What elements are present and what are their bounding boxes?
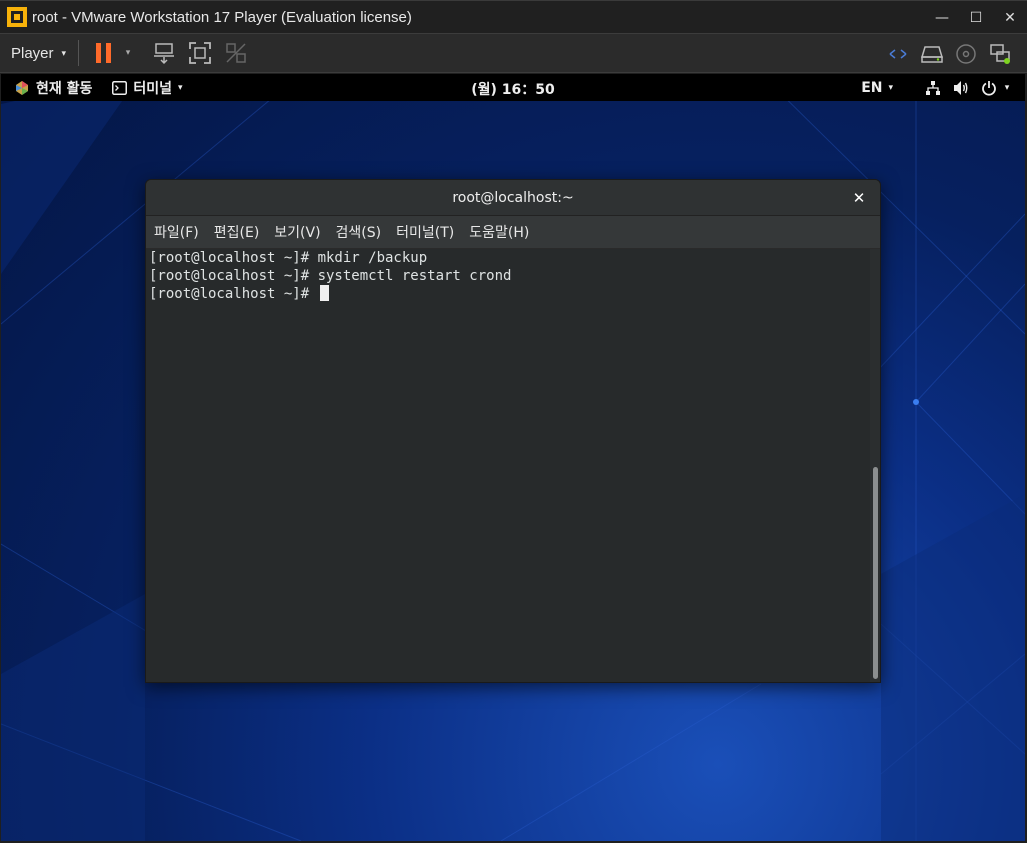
unity-icon: [226, 43, 246, 63]
gnome-top-bar: 현재 활동 터미널 ▾ (월) 16：50 EN ▾ ▾: [1, 74, 1025, 101]
app-menu-label: 터미널: [133, 80, 173, 97]
chevron-down-icon: ▾: [125, 48, 131, 58]
system-tray: EN ▾ ▾: [861, 74, 1025, 101]
hard-disk-status-button[interactable]: [919, 41, 945, 67]
volume-icon: [953, 80, 967, 95]
terminal-output[interactable]: [root@localhost ~]# mkdir /backup [root@…: [146, 249, 870, 682]
player-menu-label: Player: [11, 44, 54, 62]
arrows-icon: [889, 49, 907, 59]
minimize-button[interactable]: —: [925, 1, 959, 34]
network-status-button[interactable]: [885, 41, 911, 67]
cd-rom-status-button[interactable]: [953, 41, 979, 67]
full-screen-button[interactable]: [187, 40, 213, 66]
unity-mode-button[interactable]: [223, 40, 249, 66]
close-icon: ✕: [852, 189, 866, 207]
pause-button[interactable]: [91, 40, 117, 66]
app-menu-button[interactable]: 터미널 ▾: [112, 78, 183, 98]
chevron-down-icon: ▾: [178, 82, 183, 93]
send-ctrl-alt-del-button[interactable]: [151, 40, 177, 66]
terminal-header-bar[interactable]: root@localhost:~ ✕: [146, 180, 880, 216]
terminal-window[interactable]: root@localhost:~ ✕ 파일(F) 편집(E) 보기(V) 검색(…: [145, 179, 881, 683]
cd-icon: [956, 44, 976, 64]
player-menu-button[interactable]: Player ▾: [11, 45, 66, 62]
terminal-prompt: [root@localhost ~]#: [149, 286, 318, 302]
chevron-down-icon: ▾: [888, 82, 893, 93]
clock[interactable]: (월) 16：50: [471, 82, 555, 98]
terminal-title: root@localhost:~: [452, 189, 574, 206]
guest-desktop[interactable]: 현재 활동 터미널 ▾ (월) 16：50 EN ▾ ▾ root@localh…: [1, 74, 1025, 841]
activities-label: 현재 활동: [36, 80, 93, 97]
network-button[interactable]: [923, 78, 943, 98]
menu-help[interactable]: 도움말(H): [469, 222, 529, 242]
language-label: EN: [861, 79, 883, 96]
fullscreen-icon: [189, 42, 211, 64]
menu-search[interactable]: 검색(S): [336, 222, 382, 242]
vm-title-bar: root - VMware Workstation 17 Player (Eva…: [0, 0, 1027, 33]
system-menu-caret[interactable]: ▾: [1001, 78, 1013, 98]
power-menu-button[interactable]: [979, 78, 999, 98]
window-controls: — ☐ ✕: [925, 1, 1027, 34]
power-icon: [982, 80, 996, 96]
activities-button[interactable]: 현재 활동: [14, 78, 92, 98]
pause-icon: [96, 43, 112, 63]
maximize-button[interactable]: ☐: [959, 1, 993, 34]
chevron-down-icon: ▾: [61, 47, 67, 58]
device-status-area: [885, 41, 1021, 67]
terminal-line: [root@localhost ~]# systemctl restart cr…: [149, 268, 512, 284]
wired-network-icon: [926, 80, 940, 95]
text-cursor: [319, 285, 329, 301]
terminal-menubar: 파일(F) 편집(E) 보기(V) 검색(S) 터미널(T) 도움말(H): [146, 216, 880, 249]
hard-disk-icon: [920, 46, 944, 63]
terminal-icon: [112, 80, 128, 95]
vm-toolbar: Player ▾ ▾: [0, 33, 1027, 73]
chevron-down-icon: ▾: [1004, 82, 1010, 93]
terminal-prompt-line: [root@localhost ~]#: [148, 285, 868, 303]
menu-terminal[interactable]: 터미널(T): [396, 222, 454, 242]
menu-view[interactable]: 보기(V): [274, 222, 320, 242]
vmware-logo-icon: [7, 7, 27, 27]
toolbar-divider: [78, 40, 80, 66]
pause-options-button[interactable]: ▾: [121, 40, 135, 66]
scrollbar-thumb[interactable]: [873, 467, 878, 679]
activities-icon: [16, 80, 28, 95]
terminal-scrollbar[interactable]: [870, 249, 880, 682]
send-keys-icon: [154, 43, 175, 65]
close-button[interactable]: ✕: [993, 1, 1027, 34]
window-title: root - VMware Workstation 17 Player (Eva…: [32, 8, 412, 26]
input-language-button[interactable]: EN ▾: [861, 80, 893, 96]
removable-device-status-button[interactable]: [987, 41, 1013, 67]
display-devices-icon: [990, 44, 1010, 64]
volume-button[interactable]: [951, 78, 971, 98]
menu-file[interactable]: 파일(F): [154, 222, 199, 242]
terminal-close-button[interactable]: ✕: [850, 189, 868, 207]
menu-edit[interactable]: 편집(E): [214, 222, 260, 242]
terminal-line: [root@localhost ~]# mkdir /backup: [149, 250, 428, 266]
